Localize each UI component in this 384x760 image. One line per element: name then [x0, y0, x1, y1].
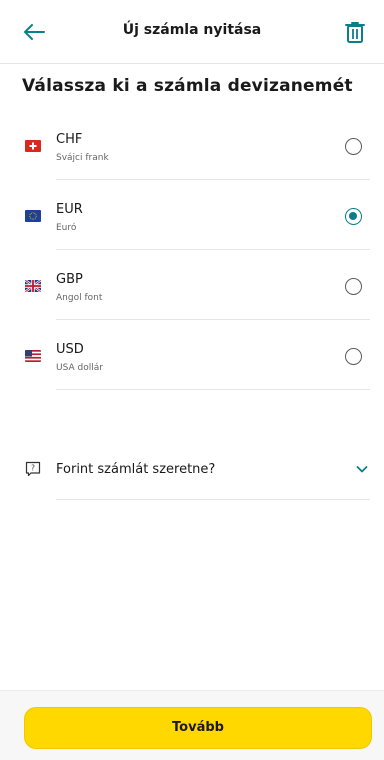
divider — [56, 389, 370, 390]
bottom-action-bar: Tovább — [0, 690, 384, 760]
trash-icon[interactable] — [344, 20, 366, 44]
page-title: Új számla nyitása — [122, 22, 262, 38]
radio-button-selected[interactable] — [345, 208, 362, 225]
header: Új számla nyitása — [0, 0, 384, 64]
faq-forint-account[interactable]: ? Forint számlát szeretne? — [0, 452, 384, 500]
continue-button[interactable]: Tovább — [24, 707, 372, 749]
svg-text:?: ? — [31, 464, 35, 473]
currency-option-usd[interactable]: USD USA dollár — [0, 320, 384, 390]
currency-option-chf[interactable]: CHF Svájci frank — [0, 110, 384, 180]
currency-code: CHF — [56, 132, 83, 147]
eu-flag-icon — [25, 210, 41, 222]
currency-list: CHF Svájci frank EUR Euró GBP Angol font — [0, 110, 384, 390]
currency-code: EUR — [56, 202, 83, 217]
currency-name: Euró — [56, 223, 77, 233]
currency-option-gbp[interactable]: GBP Angol font — [0, 250, 384, 320]
currency-name: Angol font — [56, 293, 103, 303]
faq-question: Forint számlát szeretne? — [56, 462, 216, 477]
uk-flag-icon — [25, 280, 41, 292]
swiss-flag-icon — [25, 140, 41, 152]
us-flag-icon — [25, 350, 41, 362]
question-speech-icon: ? — [25, 461, 41, 477]
currency-option-eur[interactable]: EUR Euró — [0, 180, 384, 250]
radio-button[interactable] — [345, 348, 362, 365]
currency-name: Svájci frank — [56, 153, 109, 163]
divider — [56, 499, 370, 500]
section-title: Válassza ki a számla devizanemét — [22, 76, 353, 96]
currency-code: GBP — [56, 272, 83, 287]
chevron-down-icon[interactable] — [356, 464, 368, 474]
currency-code: USD — [56, 342, 84, 357]
radio-button[interactable] — [345, 138, 362, 155]
currency-name: USA dollár — [56, 363, 103, 373]
radio-button[interactable] — [345, 278, 362, 295]
